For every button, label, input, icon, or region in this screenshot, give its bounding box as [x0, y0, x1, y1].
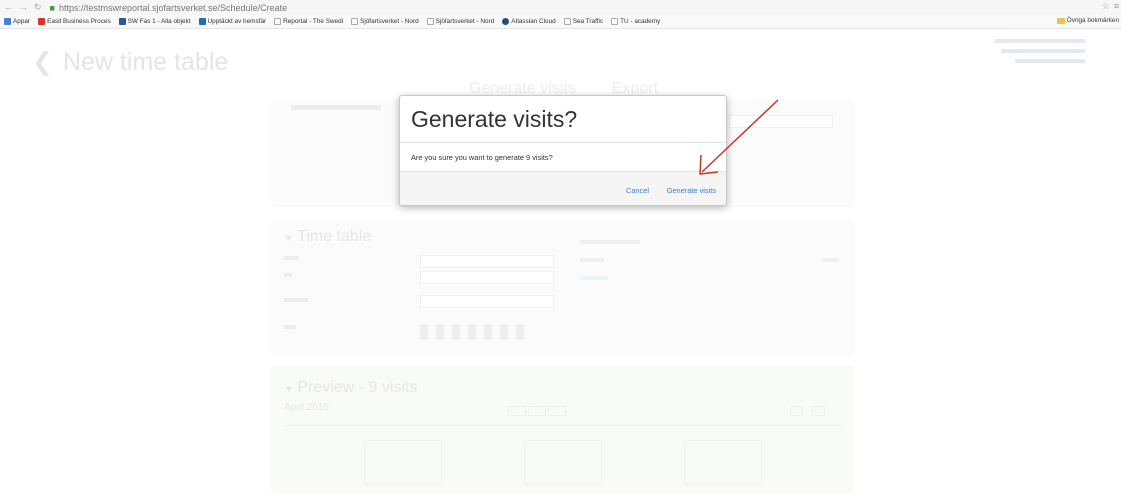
- cancel-button[interactable]: Cancel: [626, 186, 649, 195]
- menu-icon[interactable]: ≡: [1114, 1, 1119, 12]
- to-date-input[interactable]: [420, 271, 554, 284]
- dialog-header: Generate visits?: [400, 96, 726, 143]
- calendar-view-button[interactable]: [548, 406, 567, 416]
- calendar-prev-button[interactable]: [790, 406, 804, 416]
- bookmark-item[interactable]: Upptäckt av hemsfär: [198, 18, 266, 25]
- reload-icon[interactable]: ↻: [34, 2, 42, 13]
- screen: ← → ↻ ■ https://testmswreportal.sjofarts…: [0, 0, 1121, 493]
- annotation-arrow-icon: [699, 99, 779, 175]
- faint-label: [284, 325, 296, 329]
- page-icon: [563, 18, 571, 25]
- faint-link: [580, 276, 608, 280]
- bookmark-item[interactable]: Atlassian Cloud: [502, 18, 556, 25]
- browser-url-bar: ← → ↻ ■ https://testmswreportal.sjofarts…: [0, 0, 1121, 15]
- weekday-checkboxes[interactable]: [420, 325, 532, 339]
- atlassian-icon: [502, 18, 510, 25]
- page-icon: [611, 18, 619, 25]
- bookmark-item[interactable]: TU - academy: [611, 18, 660, 25]
- bookmark-item[interactable]: Sjöfartsverket - Nord: [351, 18, 419, 25]
- forward-arrow-icon[interactable]: →: [19, 2, 28, 13]
- calendar-next-button[interactable]: [812, 406, 826, 416]
- folder-icon: [1056, 17, 1065, 24]
- page-icon: [426, 18, 434, 25]
- time-table-heading: ▼ Time table: [284, 228, 372, 245]
- calendar-cell: [364, 440, 442, 484]
- bookmark-item[interactable]: Reportal - The Swedi: [274, 18, 343, 25]
- star-icon[interactable]: ☆: [1102, 1, 1110, 12]
- chevron-left-icon[interactable]: ❮: [32, 47, 53, 77]
- address-field[interactable]: https://testmswreportal.sjofartsverket.s…: [59, 3, 287, 13]
- bookmarks-bar: Appar Easit Business Proces SW Fas 1 - A…: [0, 15, 1121, 29]
- bookmark-item[interactable]: Easit Business Proces: [38, 18, 111, 25]
- back-arrow-icon[interactable]: ←: [4, 2, 13, 13]
- calendar-view-button[interactable]: [528, 406, 547, 416]
- caret-down-icon: ▼: [284, 384, 293, 394]
- bookmark-item[interactable]: SW Fas 1 - Alla objekt: [118, 18, 191, 25]
- user-info: [995, 36, 1085, 63]
- faint-label: [284, 298, 308, 302]
- repeat-select[interactable]: [420, 295, 554, 308]
- easit-logo-icon: [38, 18, 46, 25]
- project-icon: [118, 18, 126, 25]
- bookmark-item[interactable]: Appar: [4, 18, 30, 25]
- faint-label: [580, 258, 604, 262]
- dialog-title: Generate visits?: [411, 106, 578, 132]
- bookmark-item[interactable]: Sjöfartsverket - Nord: [426, 18, 494, 25]
- confirm-dialog: Generate visits? Are you sure you want t…: [399, 95, 727, 206]
- bookmark-item[interactable]: Sea Traffic: [563, 18, 603, 25]
- apps-grid-icon: [4, 18, 11, 25]
- lock-icon: ■: [49, 2, 55, 13]
- dialog-message: Are you sure you want to generate 9 visi…: [411, 153, 553, 162]
- faint-label: [284, 273, 292, 277]
- calendar-view-button[interactable]: [508, 406, 527, 416]
- calendar-cell: [524, 440, 602, 484]
- preview-heading: ▼ Preview - 9 visits: [284, 379, 418, 396]
- generate-visits-button[interactable]: Generate visits: [667, 186, 716, 195]
- page-icon: [274, 18, 282, 25]
- page-title: ❮ New time table: [32, 47, 229, 77]
- other-bookmarks[interactable]: Övriga bokmärken: [1052, 17, 1119, 24]
- page-icon: [351, 18, 359, 25]
- calendar-month: April 2016: [284, 402, 330, 413]
- faint-label: [291, 105, 381, 110]
- arrow-shaft: [701, 99, 779, 173]
- browser-nav: ← → ↻: [4, 2, 42, 13]
- calendar-cell: [684, 440, 762, 484]
- site-icon: [198, 18, 206, 25]
- faint-label: [822, 258, 838, 262]
- browser-actions: ☆ ≡: [1102, 1, 1119, 12]
- faint-label: [284, 256, 298, 260]
- from-date-input[interactable]: [420, 255, 554, 268]
- faint-label: [580, 240, 640, 244]
- dialog-footer: Cancel Generate visits: [400, 171, 726, 205]
- caret-down-icon: ▼: [284, 233, 293, 243]
